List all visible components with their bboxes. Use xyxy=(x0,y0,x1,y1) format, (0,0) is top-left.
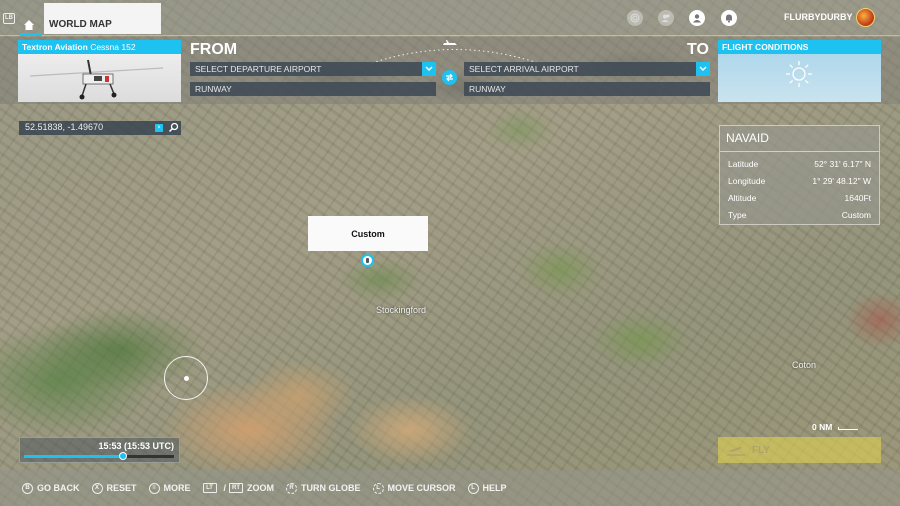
navaid-label: Latitude xyxy=(728,158,759,169)
left-stick-icon: L xyxy=(372,482,384,494)
right-stick-icon: R xyxy=(286,482,298,494)
aircraft-image xyxy=(29,59,164,100)
lb-button-hint[interactable]: LB xyxy=(3,13,15,24)
navaid-label: Altitude xyxy=(728,192,757,203)
arrival-runway-select[interactable]: RUNWAY xyxy=(464,82,710,96)
departure-runway-select[interactable]: RUNWAY xyxy=(190,82,436,96)
flight-planner-panel: Textron Aviation Cessna 152 FROM TO SELE… xyxy=(0,37,900,104)
hint-label: TURN GLOBE xyxy=(301,483,361,493)
time-slider[interactable] xyxy=(24,452,174,460)
hint-turn-globe[interactable]: R TURN GLOBE xyxy=(286,482,361,494)
controller-hint-bar: B GO BACK X RESET ≡ MORE LT / RT ZOOM R … xyxy=(0,470,900,506)
navaid-row-type: Type Custom xyxy=(720,206,879,223)
lt-trigger-icon: LT xyxy=(202,483,217,493)
search-icon[interactable] xyxy=(168,122,179,133)
hint-label: MORE xyxy=(163,483,191,493)
waypoint-pin-icon[interactable] xyxy=(361,254,374,267)
hint-label: GO BACK xyxy=(37,483,80,493)
hint-reset[interactable]: X RESET xyxy=(91,482,137,494)
time-label: 15:53 (15:53 UTC) xyxy=(98,441,174,451)
fly-button[interactable]: FLY xyxy=(718,437,881,463)
hint-more[interactable]: ≡ MORE xyxy=(148,482,191,494)
chevron-down-icon[interactable] xyxy=(696,62,710,76)
active-tab-indicator xyxy=(20,33,42,36)
friends-icon[interactable] xyxy=(658,10,674,26)
profile-icon[interactable] xyxy=(689,10,705,26)
tab-home[interactable] xyxy=(18,4,42,36)
swap-icon xyxy=(446,73,453,82)
flight-conditions-card[interactable]: FLIGHT CONDITIONS xyxy=(718,40,881,102)
clear-search-button[interactable]: × xyxy=(155,124,163,132)
navaid-label: Longitude xyxy=(728,175,766,186)
target-icon[interactable] xyxy=(627,10,643,26)
notification-bell-icon[interactable] xyxy=(721,10,737,26)
navaid-row-latitude: Latitude 52° 31' 6.17" N xyxy=(720,155,879,172)
left-stick-click-icon: L xyxy=(467,482,479,494)
navaid-row-longitude: Longitude 1° 29' 48.12" W xyxy=(720,172,879,189)
map-place-label: Coton xyxy=(792,360,817,370)
avatar[interactable] xyxy=(856,8,875,27)
to-label: TO xyxy=(687,41,709,58)
aircraft-maker: Textron Aviation xyxy=(22,42,88,52)
x-button-icon: X xyxy=(91,482,103,494)
sun-icon xyxy=(786,61,812,87)
aircraft-model: Cessna 152 xyxy=(90,42,136,52)
flight-conditions-title: FLIGHT CONDITIONS xyxy=(718,40,881,54)
chevron-down-icon[interactable] xyxy=(422,62,436,76)
map-scale-bar xyxy=(838,427,858,430)
navaid-panel: NAVAID Latitude 52° 31' 6.17" N Longitud… xyxy=(719,125,880,225)
custom-waypoint-popup[interactable]: Custom xyxy=(308,216,428,251)
navaid-value: 1° 29' 48.12" W xyxy=(812,175,871,186)
navaid-row-altitude: Altitude 1640Ft xyxy=(720,189,879,206)
hint-go-back[interactable]: B GO BACK xyxy=(22,482,80,494)
b-button-icon: B xyxy=(22,482,33,494)
navaid-value: 1640Ft xyxy=(844,192,871,203)
takeoff-icon xyxy=(727,447,745,456)
fly-button-label: FLY xyxy=(752,444,770,456)
map-scale-label: 0 NM xyxy=(812,422,833,432)
home-icon xyxy=(24,20,34,30)
arrival-airport-select[interactable]: SELECT ARRIVAL AIRPORT xyxy=(464,62,710,76)
map-place-label: Stockingford xyxy=(376,305,427,315)
rt-trigger-icon: RT xyxy=(229,483,244,493)
navaid-value: 52° 31' 6.17" N xyxy=(814,158,871,169)
from-label: FROM xyxy=(190,41,238,58)
top-bar: LB WORLD MAP FLURBYDURBY xyxy=(0,0,900,36)
time-slider-fill xyxy=(24,455,123,458)
departure-airport-select[interactable]: SELECT DEPARTURE AIRPORT xyxy=(190,62,436,76)
navaid-value: Custom xyxy=(841,209,871,220)
swap-airports-button[interactable] xyxy=(442,70,457,85)
time-slider-handle[interactable] xyxy=(119,452,127,460)
map-cursor-dot xyxy=(184,376,189,381)
departure-airport-placeholder: SELECT DEPARTURE AIRPORT xyxy=(195,64,322,74)
arrival-airport-placeholder: SELECT ARRIVAL AIRPORT xyxy=(469,64,579,74)
hint-zoom[interactable]: LT / RT ZOOM xyxy=(202,483,275,493)
hint-label: HELP xyxy=(482,483,507,493)
hint-move-cursor[interactable]: L MOVE CURSOR xyxy=(372,482,456,494)
plane-icon xyxy=(443,40,457,45)
aircraft-name: Textron Aviation Cessna 152 xyxy=(18,40,181,54)
hint-label: ZOOM xyxy=(247,483,275,493)
time-of-day-panel: 15:53 (15:53 UTC) xyxy=(19,437,180,463)
navaid-label: Type xyxy=(728,209,747,220)
navaid-title: NAVAID xyxy=(720,126,879,152)
aircraft-selection-card[interactable]: Textron Aviation Cessna 152 xyxy=(18,40,181,102)
tab-world-map[interactable]: WORLD MAP xyxy=(44,3,161,34)
hint-label: RESET xyxy=(106,483,137,493)
username[interactable]: FLURBYDURBY xyxy=(784,12,853,22)
hint-label: MOVE CURSOR xyxy=(387,483,456,493)
hint-help[interactable]: L HELP xyxy=(467,482,507,494)
menu-button-icon: ≡ xyxy=(148,482,160,494)
